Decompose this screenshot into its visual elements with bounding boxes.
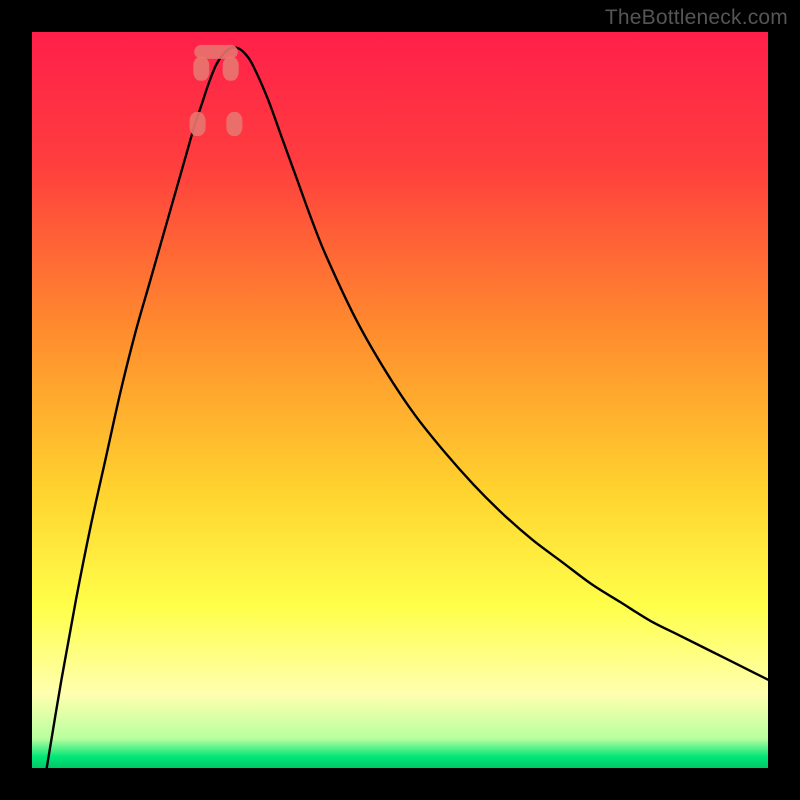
plot-area [32,32,768,768]
bottleneck-curve [47,47,768,768]
watermark-text: TheBottleneck.com [605,6,788,30]
curve-markers [190,57,243,136]
outer-frame: TheBottleneck.com [0,0,800,800]
curve-layer [32,32,768,768]
